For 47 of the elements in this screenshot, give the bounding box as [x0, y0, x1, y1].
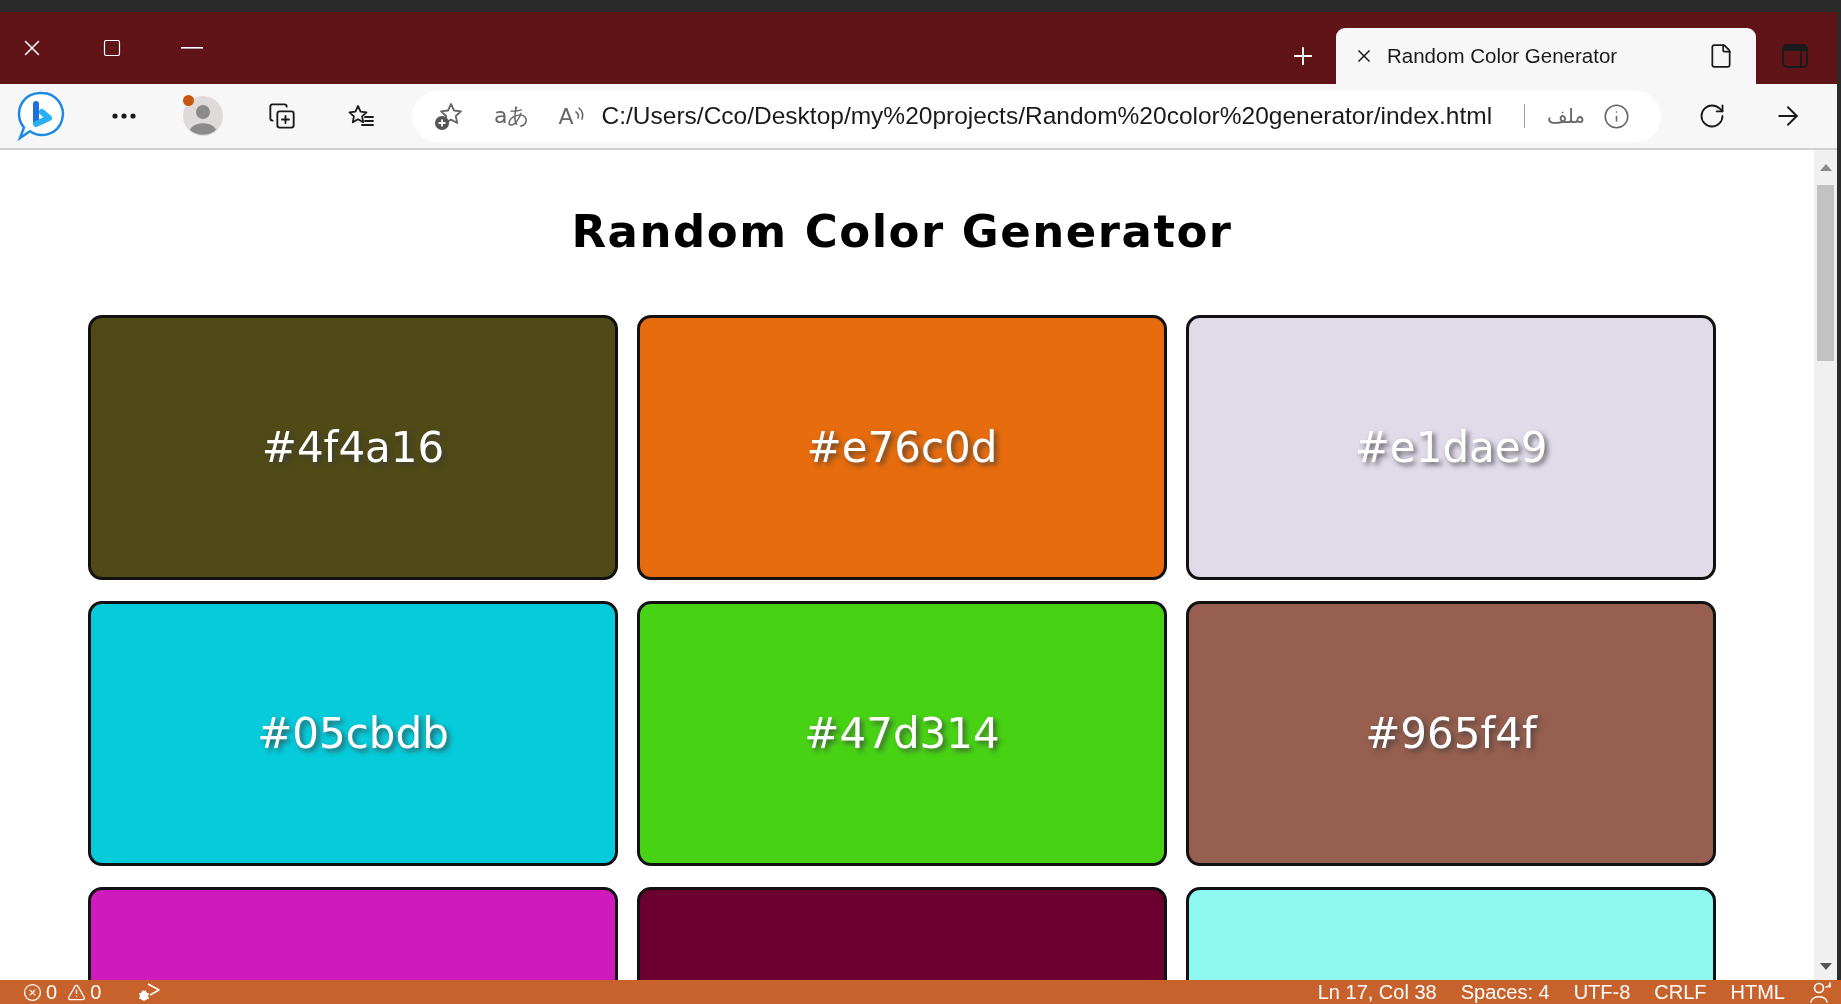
color-card[interactable]: #4f4a16: [88, 315, 618, 580]
scrollbar[interactable]: [1814, 150, 1837, 980]
bug-play-icon: [137, 982, 162, 1002]
status-item[interactable]: UTF-8: [1573, 981, 1631, 1003]
copy-plus-icon: [268, 102, 296, 130]
page-icon: [1708, 43, 1734, 69]
refresh-icon: [1698, 102, 1726, 130]
scroll-down-arrow-icon[interactable]: [1819, 963, 1832, 970]
maximize-icon: [102, 38, 122, 58]
url-field[interactable]: C:/Users/Cco/Desktop/my%20projects/Random%20color%20generator/index.html: [601, 99, 1514, 133]
scrollbar-thumb[interactable]: [1817, 185, 1834, 361]
color-card[interactable]: #e76c0d: [637, 315, 1167, 580]
info-icon: [1603, 102, 1630, 130]
error-icon: [23, 982, 42, 1002]
notification-dot-icon: [183, 95, 194, 106]
speech-bubble-logo-icon: [15, 90, 67, 142]
problems-button[interactable]: 0 0: [23, 981, 102, 1003]
hex-code: #e1dae9: [1354, 423, 1548, 472]
scroll-up-arrow-icon[interactable]: [1819, 164, 1832, 171]
person-icon: [1809, 981, 1833, 1003]
hex-code: #05cbdb: [257, 709, 449, 758]
read-aloud-button[interactable]: A: [558, 98, 586, 134]
status-item[interactable]: HTML: [1730, 981, 1785, 1003]
browser-tab[interactable]: Random Color Generator: [1336, 28, 1756, 84]
minimize-icon: [181, 47, 203, 49]
star-plus-icon: [434, 101, 464, 131]
profile-button[interactable]: [181, 94, 225, 138]
status-item[interactable]: Ln 17, Col 38: [1317, 981, 1437, 1003]
translate-button[interactable]: aあ: [494, 98, 531, 134]
logo-button[interactable]: [15, 90, 67, 142]
hex-code: #4f4a16: [261, 423, 445, 472]
accounts-button[interactable]: [1809, 981, 1833, 1003]
hex-code: #47d314: [804, 709, 1000, 758]
status-item[interactable]: Spaces: 4: [1460, 981, 1550, 1003]
hex-code: #965f4f: [1365, 709, 1537, 758]
tab-title: Random Color Generator: [1387, 44, 1618, 68]
window-layout-icon: [1781, 43, 1809, 69]
warning-icon: [67, 982, 87, 1002]
site-info-label[interactable]: ملف: [1546, 104, 1585, 128]
debug-button[interactable]: [137, 981, 162, 1003]
avatar-icon: [183, 96, 223, 136]
more-icon: [112, 113, 136, 119]
star-list-icon: [347, 104, 375, 128]
color-card[interactable]: #965f4f: [1186, 601, 1716, 866]
status-item[interactable]: CRLF: [1654, 981, 1707, 1003]
hex-code: #e76c0d: [806, 423, 998, 472]
page-heading: Random Color Generator: [571, 204, 1233, 260]
